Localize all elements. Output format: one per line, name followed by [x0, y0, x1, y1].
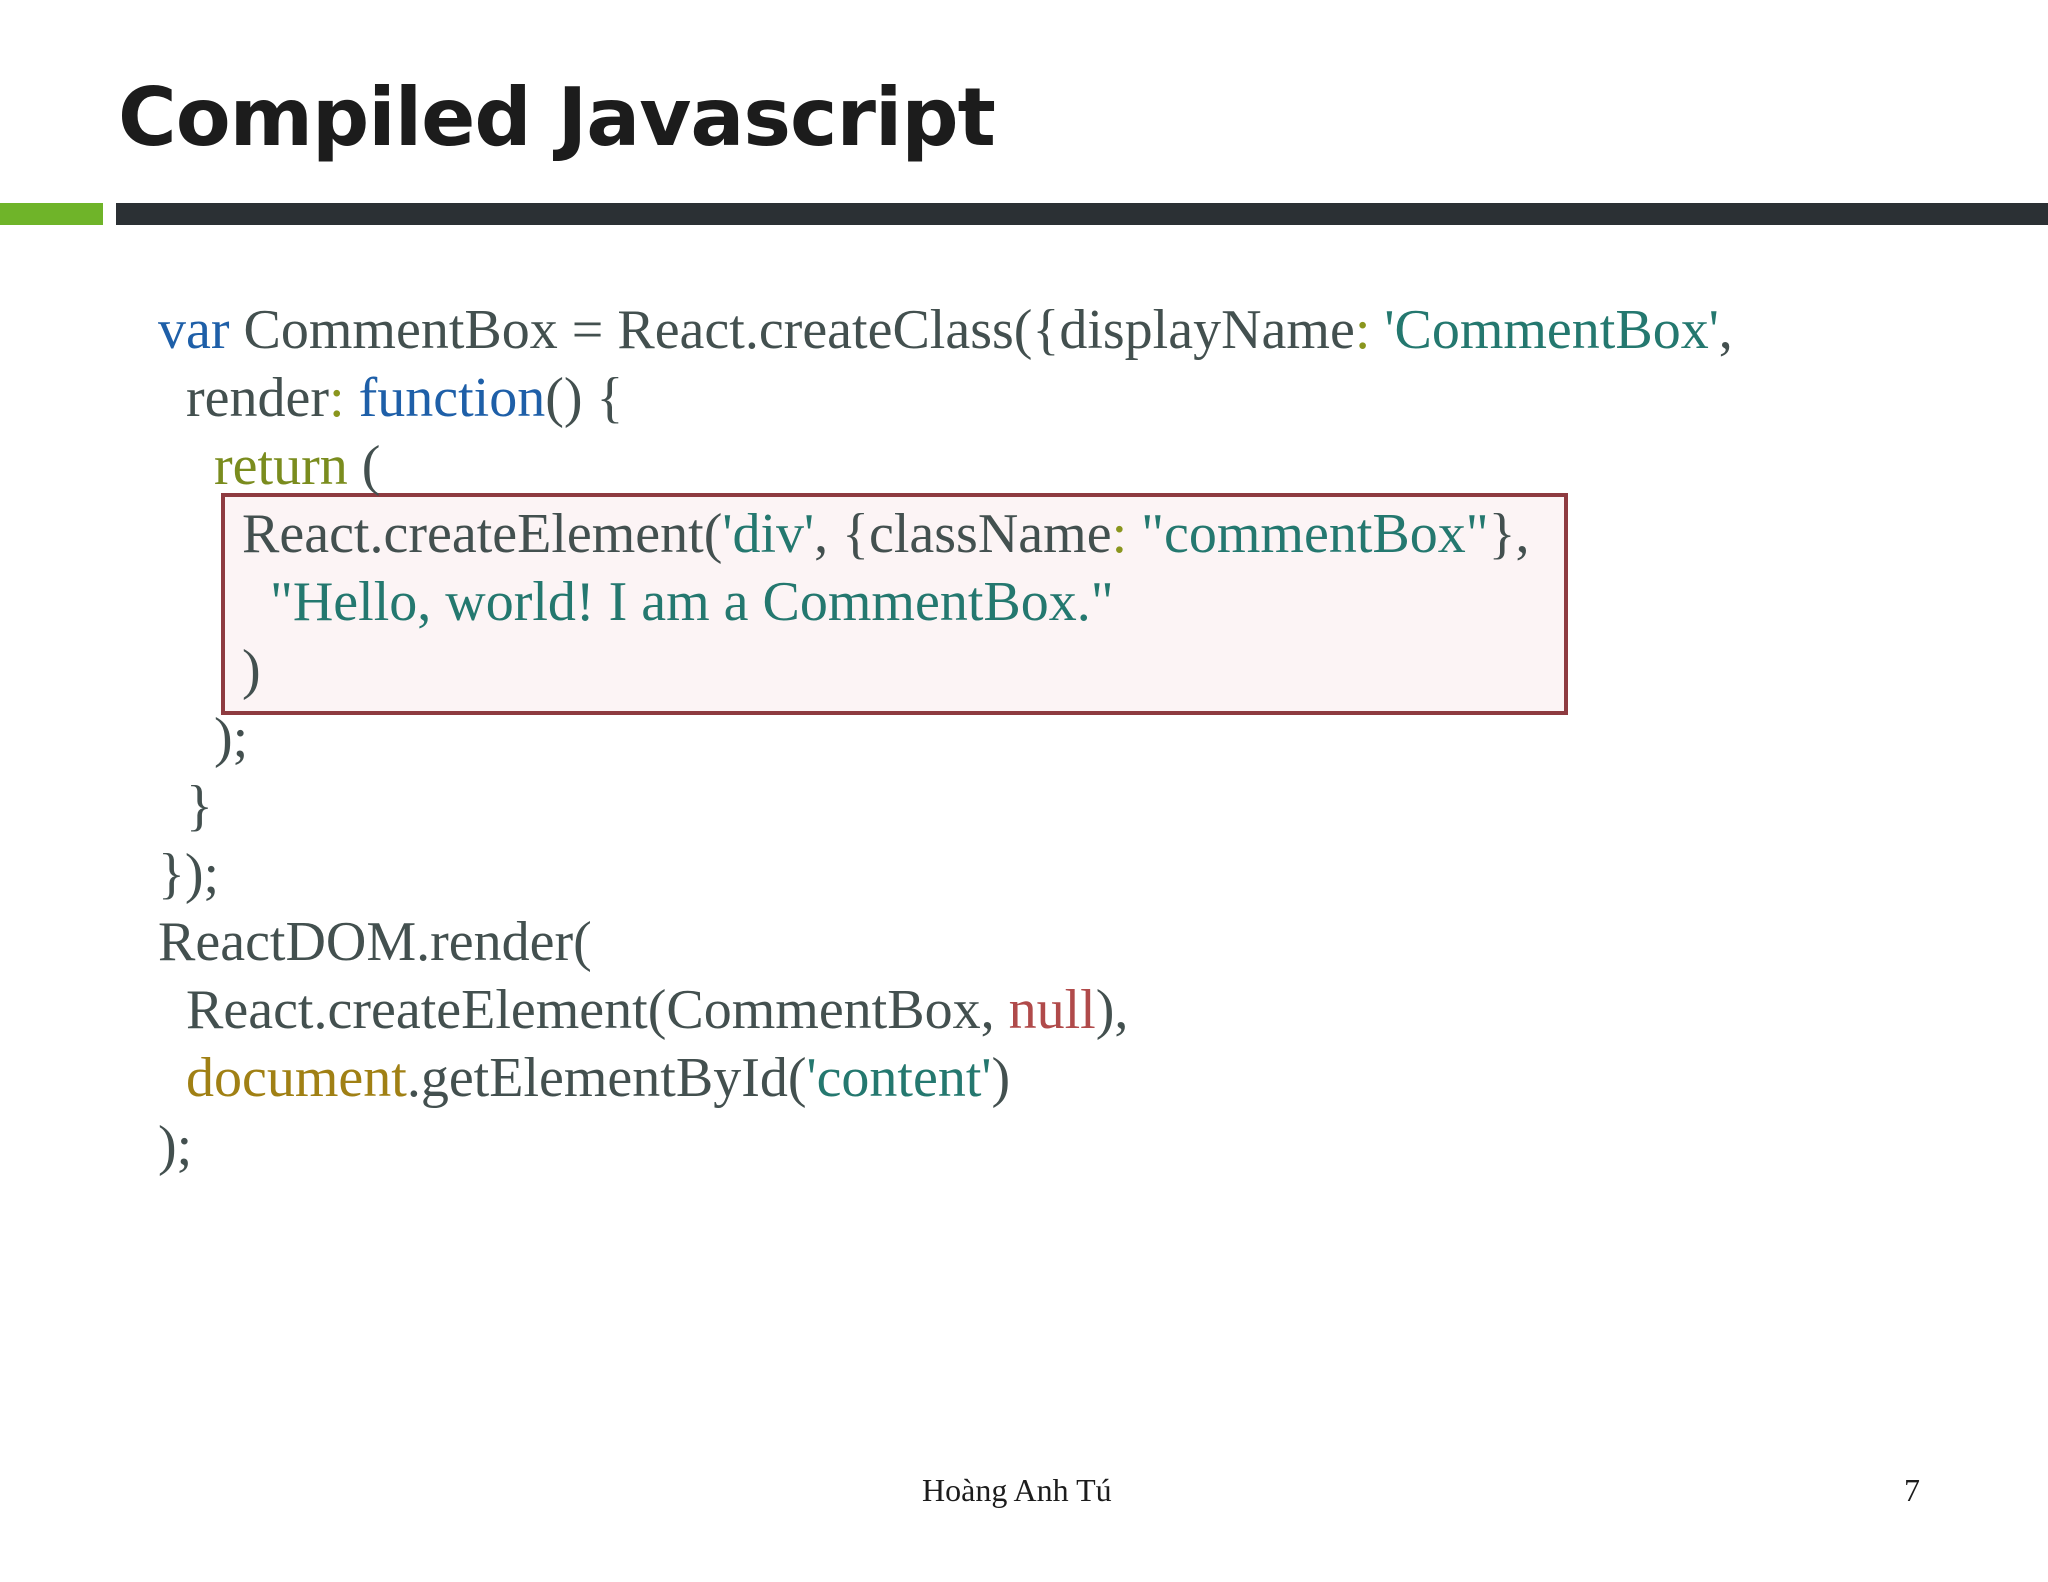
code-token: CommentBox	[229, 299, 572, 361]
code-line-1: var CommentBox = React.createClass({disp…	[158, 296, 1733, 364]
code-line-13: );	[158, 1112, 1733, 1180]
code-colon: :	[329, 367, 345, 429]
title-accent-bar	[0, 203, 103, 225]
title-divider-rule	[116, 203, 2048, 225]
code-line-5: "Hello, world! I am a CommentBox."	[158, 568, 1733, 636]
code-colon: :	[1111, 503, 1128, 565]
code-token: );	[158, 707, 249, 769]
code-line-4: React.createElement('div', {className: "…	[158, 500, 1733, 568]
code-token: },	[1488, 503, 1530, 565]
code-token: .getElementById(	[406, 1047, 807, 1109]
string-literal: 'div'	[722, 503, 815, 565]
code-line-8: }	[158, 772, 1733, 840]
slide-title: Compiled Javascript	[118, 71, 996, 164]
code-token: React.createElement(CommentBox,	[158, 979, 1009, 1041]
code-line-3: return (	[158, 432, 1733, 500]
code-token: });	[158, 843, 220, 905]
string-literal: "Hello, world! I am a CommentBox."	[158, 571, 1114, 633]
code-line-9: });	[158, 840, 1733, 908]
code-colon: :	[1354, 299, 1371, 361]
code-token: =	[571, 299, 604, 361]
document-object: document	[158, 1047, 407, 1109]
code-token: render	[158, 367, 330, 429]
code-token: )	[158, 639, 261, 701]
code-line-10: ReactDOM.render(	[158, 908, 1733, 976]
code-token: )	[991, 1047, 1011, 1109]
page-number: 7	[1904, 1472, 1920, 1508]
code-token: ),	[1095, 979, 1129, 1041]
null-literal: null	[1008, 979, 1096, 1041]
code-block: var CommentBox = React.createClass({disp…	[158, 296, 1733, 1180]
code-token: React.createElement(	[158, 503, 723, 565]
string-literal: 'content'	[806, 1047, 992, 1109]
string-literal: "commentBox"	[1127, 503, 1489, 565]
code-line-12: document.getElementById('content')	[158, 1044, 1733, 1112]
string-literal: 'CommentBox'	[1370, 299, 1719, 361]
code-line-11: React.createElement(CommentBox, null),	[158, 976, 1733, 1044]
code-token: () {	[545, 367, 624, 429]
code-token: ,	[1718, 299, 1733, 361]
code-token: React.createClass({displayName	[603, 299, 1355, 361]
code-token: }	[158, 775, 213, 837]
code-token: );	[158, 1115, 193, 1177]
code-line-6: )	[158, 636, 1733, 704]
keyword-var: var	[158, 299, 230, 361]
code-token: ReactDOM.render(	[158, 911, 592, 973]
footer-author: Hoàng Anh Tú	[922, 1472, 1112, 1508]
code-token: , {className	[814, 503, 1112, 565]
keyword-function: function	[344, 367, 546, 429]
code-line-2: render: function() {	[158, 364, 1733, 432]
keyword-return: return	[158, 435, 348, 497]
code-token: (	[347, 435, 381, 497]
code-line-7: );	[158, 704, 1733, 772]
